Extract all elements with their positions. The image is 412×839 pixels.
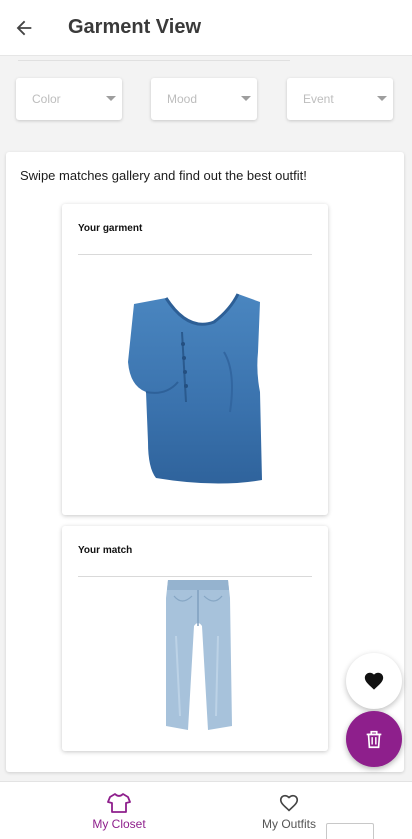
delete-button[interactable] xyxy=(346,711,402,767)
garment-card[interactable]: Your garment xyxy=(62,204,328,515)
event-filter-label: Event xyxy=(303,92,334,106)
back-button[interactable] xyxy=(4,8,44,48)
dropdown-caret-icon xyxy=(106,96,116,101)
filter-bar: Color Mood Event xyxy=(16,78,396,120)
match-card-title: Your match xyxy=(78,545,133,556)
blue-shirt-image xyxy=(128,293,262,484)
match-card[interactable]: Your match xyxy=(62,526,328,751)
color-filter-select[interactable]: Color xyxy=(16,78,122,120)
nav-my-outfits-label: My Outfits xyxy=(261,816,316,831)
color-filter-label: Color xyxy=(32,92,61,106)
trash-icon xyxy=(366,730,382,749)
gallery-instructions: Swipe matches gallery and find out the b… xyxy=(20,168,307,183)
garment-card-divider xyxy=(78,254,312,255)
mood-filter-label: Mood xyxy=(167,92,198,106)
light-blue-jeans-image xyxy=(166,580,232,730)
like-button[interactable] xyxy=(346,653,402,709)
nav-my-closet-label: My Closet xyxy=(92,816,146,831)
dropdown-caret-icon xyxy=(241,96,251,101)
heart-outline-icon xyxy=(279,794,299,811)
mood-filter-select[interactable]: Mood xyxy=(151,78,257,120)
heart-filled-icon xyxy=(364,672,384,690)
dropdown-caret-icon xyxy=(377,96,387,101)
overlay-frame xyxy=(326,823,374,839)
tshirt-icon xyxy=(107,792,131,813)
divider xyxy=(18,60,290,61)
garment-card-title: Your garment xyxy=(78,223,143,234)
page-title: Garment View xyxy=(68,16,202,38)
event-filter-select[interactable]: Event xyxy=(287,78,393,120)
app-bar: Garment View xyxy=(0,0,412,56)
nav-my-closet[interactable]: My Closet xyxy=(49,782,189,839)
arrow-left-icon xyxy=(16,20,32,35)
